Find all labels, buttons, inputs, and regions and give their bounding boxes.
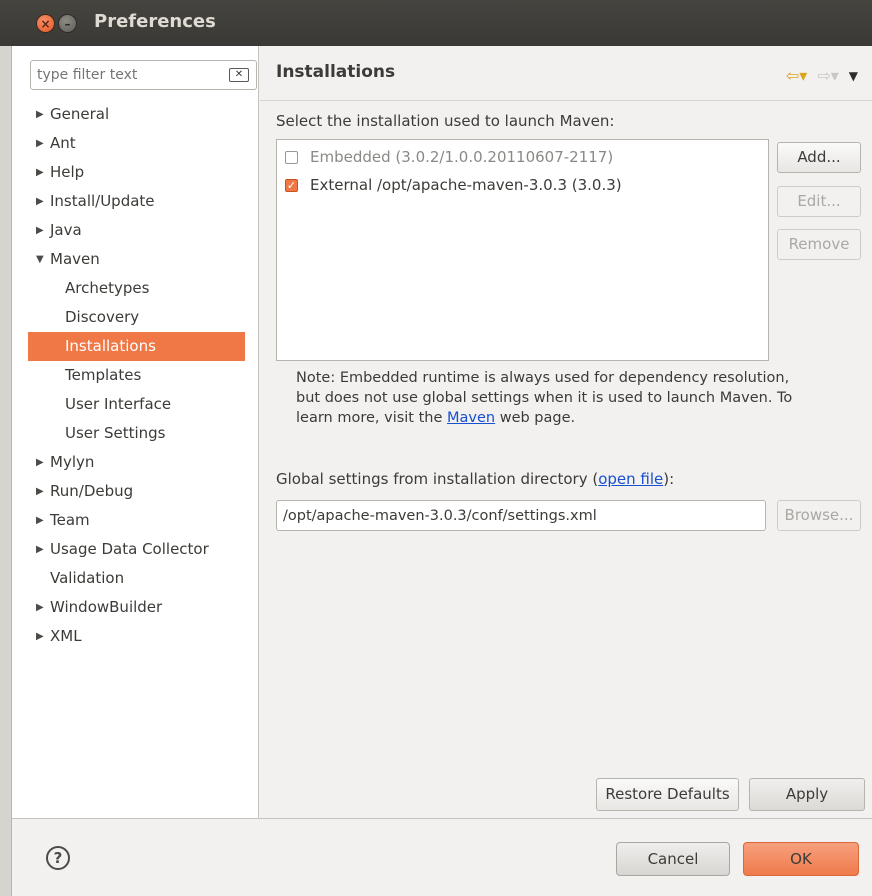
global-settings-label-text: Global settings from installation direct… xyxy=(276,470,599,488)
collapsed-arrow-icon[interactable]: ▶ xyxy=(36,593,44,622)
apply-button[interactable]: Apply xyxy=(749,778,865,811)
installations-list[interactable]: Embedded (3.0.2/1.0.0.20110607-2117) ✓ E… xyxy=(276,139,769,361)
collapsed-arrow-icon[interactable]: ▶ xyxy=(36,535,44,564)
tree-item-maven[interactable]: ▼ Maven xyxy=(30,245,259,274)
back-arrow-icon[interactable]: ⇦▾ xyxy=(786,66,807,85)
divider xyxy=(260,100,872,101)
tree-item-label: Discovery xyxy=(65,308,140,326)
global-settings-label-end: ): xyxy=(663,470,675,488)
tree-item-label: User Settings xyxy=(65,424,166,442)
tree-item-label: Java xyxy=(50,221,82,239)
cancel-button[interactable]: Cancel xyxy=(616,842,730,876)
tree-item-label: Help xyxy=(50,163,85,181)
footer-divider xyxy=(12,818,872,819)
tree-item-user-interface[interactable]: User Interface xyxy=(30,390,259,419)
ok-button[interactable]: OK xyxy=(743,842,859,876)
installation-row-external[interactable]: ✓ External /opt/apache-maven-3.0.3 (3.0.… xyxy=(285,171,622,199)
tree-item-label: XML xyxy=(50,627,82,645)
global-settings-field[interactable] xyxy=(276,500,766,531)
tree-item-label: Install/Update xyxy=(50,192,155,210)
help-icon[interactable]: ? xyxy=(46,846,70,870)
tree-item-ant[interactable]: ▶ Ant xyxy=(30,129,259,158)
tree-item-user-settings[interactable]: User Settings xyxy=(30,419,259,448)
collapsed-arrow-icon[interactable]: ▶ xyxy=(36,187,44,216)
installation-checkbox[interactable] xyxy=(285,150,298,164)
collapsed-arrow-icon[interactable]: ▶ xyxy=(36,477,44,506)
tree-item-general[interactable]: ▶ General xyxy=(30,100,259,129)
tree-item-discovery[interactable]: Discovery xyxy=(30,303,259,332)
view-menu-icon[interactable]: ▼ xyxy=(849,69,858,83)
installation-label: External /opt/apache-maven-3.0.3 (3.0.3) xyxy=(310,176,622,194)
tree-item-label: Archetypes xyxy=(65,279,150,297)
tree-item-help[interactable]: ▶ Help xyxy=(30,158,259,187)
edit-button[interactable]: Edit... xyxy=(777,186,861,217)
collapsed-arrow-icon[interactable]: ▶ xyxy=(36,129,44,158)
title-bar: × – Preferences xyxy=(0,0,872,46)
minimize-window-button[interactable]: – xyxy=(58,14,77,33)
collapsed-arrow-icon[interactable]: ▶ xyxy=(36,100,44,129)
tree-item-xml[interactable]: ▶ XML xyxy=(30,622,259,651)
preferences-page: Installations ⇦▾ ⇨▾ ▼ Select the install… xyxy=(260,46,872,818)
tree-item-usage-data-collector[interactable]: ▶ Usage Data Collector xyxy=(30,535,259,564)
tree-item-label: Maven xyxy=(50,250,100,268)
tree-item-mylyn[interactable]: ▶ Mylyn xyxy=(30,448,259,477)
tree-item-label: Templates xyxy=(65,366,142,384)
tree-item-label: General xyxy=(50,105,110,123)
tree-item-label: Ant xyxy=(50,134,76,152)
page-navigation: ⇦▾ ⇨▾ ▼ xyxy=(786,66,858,85)
collapsed-arrow-icon[interactable]: ▶ xyxy=(36,506,44,535)
tree-item-templates[interactable]: Templates xyxy=(30,361,259,390)
tree-item-run-debug[interactable]: ▶ Run/Debug xyxy=(30,477,259,506)
global-settings-label: Global settings from installation direct… xyxy=(276,470,674,488)
installation-checkbox[interactable]: ✓ xyxy=(285,178,298,192)
collapsed-arrow-icon[interactable]: ▶ xyxy=(36,158,44,187)
select-installation-label: Select the installation used to launch M… xyxy=(276,112,615,130)
add-button[interactable]: Add... xyxy=(777,142,861,173)
tree-item-java[interactable]: ▶ Java xyxy=(30,216,259,245)
background-window-edge xyxy=(0,46,12,896)
tree-item-label: Installations xyxy=(65,337,156,355)
tree-item-label: Team xyxy=(50,511,90,529)
clear-filter-icon[interactable]: ✕ xyxy=(229,68,249,82)
tree-item-label: Mylyn xyxy=(50,453,95,471)
restore-defaults-button[interactable]: Restore Defaults xyxy=(596,778,739,811)
tree-item-validation[interactable]: Validation xyxy=(30,564,259,593)
remove-button[interactable]: Remove xyxy=(777,229,861,260)
installation-label: Embedded (3.0.2/1.0.0.20110607-2117) xyxy=(310,148,614,166)
note-text-end: web page. xyxy=(495,410,576,426)
page-title: Installations xyxy=(276,62,396,82)
close-window-button[interactable]: × xyxy=(36,14,55,33)
open-file-link[interactable]: open file xyxy=(598,470,663,488)
preferences-tree-pane: ✕ ▶ General ▶ Ant ▶ Help ▶ Install/Update ▶ Java ▼… xyxy=(12,46,259,818)
maven-link[interactable]: Maven xyxy=(447,410,495,426)
embedded-runtime-note: Note: Embedded runtime is always used fo… xyxy=(296,368,796,428)
filter-input[interactable] xyxy=(35,62,215,88)
tree-item-windowbuilder[interactable]: ▶ WindowBuilder xyxy=(30,593,259,622)
tree-item-label: WindowBuilder xyxy=(50,598,163,616)
preferences-tree: ▶ General ▶ Ant ▶ Help ▶ Install/Update ▶ Java ▼ Ma… xyxy=(28,100,259,651)
window-title: Preferences xyxy=(94,11,216,32)
tree-item-installations[interactable]: Installations xyxy=(28,332,245,361)
expanded-arrow-icon[interactable]: ▼ xyxy=(36,245,44,274)
tree-item-label: User Interface xyxy=(65,395,172,413)
collapsed-arrow-icon[interactable]: ▶ xyxy=(36,448,44,477)
collapsed-arrow-icon[interactable]: ▶ xyxy=(36,622,44,651)
tree-item-label: Run/Debug xyxy=(50,482,134,500)
tree-item-install-update[interactable]: ▶ Install/Update xyxy=(30,187,259,216)
tree-item-label: Usage Data Collector xyxy=(50,540,209,558)
tree-item-team[interactable]: ▶ Team xyxy=(30,506,259,535)
collapsed-arrow-icon[interactable]: ▶ xyxy=(36,216,44,245)
forward-arrow-icon: ⇨▾ xyxy=(817,66,839,85)
filter-box: ✕ xyxy=(30,60,257,90)
tree-item-archetypes[interactable]: Archetypes xyxy=(30,274,259,303)
installation-row-embedded[interactable]: Embedded (3.0.2/1.0.0.20110607-2117) xyxy=(285,143,613,171)
tree-item-label: Validation xyxy=(50,569,125,587)
browse-button[interactable]: Browse... xyxy=(777,500,861,531)
